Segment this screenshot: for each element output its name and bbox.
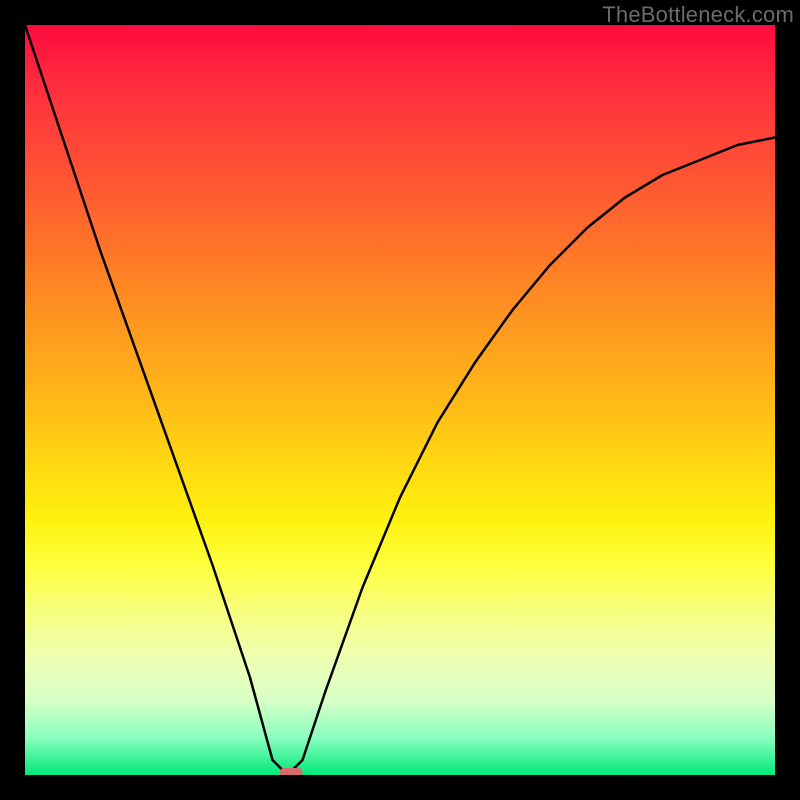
- chart-frame: TheBottleneck.com: [0, 0, 800, 800]
- optimum-marker: [280, 768, 303, 775]
- bottleneck-curve: [25, 25, 775, 775]
- watermark-text: TheBottleneck.com: [602, 2, 794, 28]
- plot-area: [25, 25, 775, 775]
